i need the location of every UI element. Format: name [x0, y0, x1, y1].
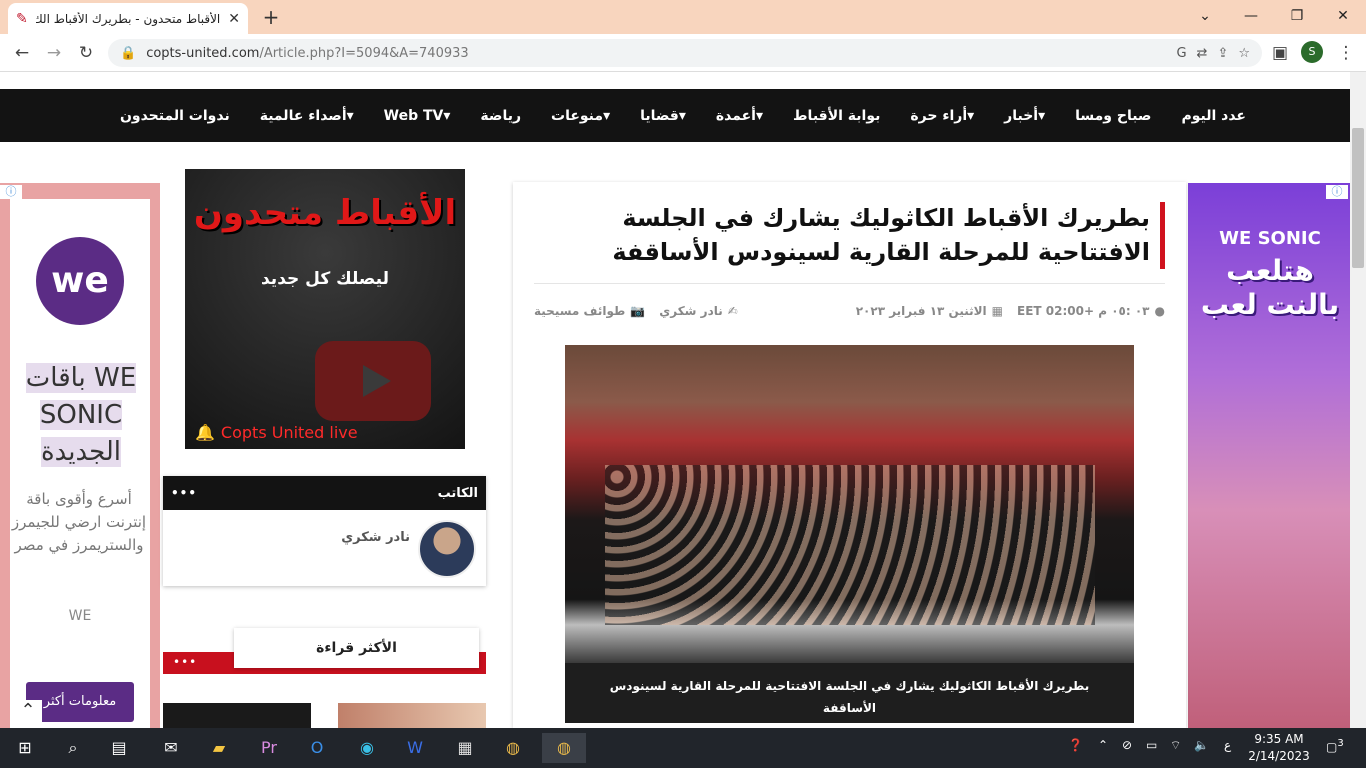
meta-time: ● ٠٣ :٠٥ م +02:00 EET: [1017, 304, 1165, 318]
language-indicator[interactable]: ع: [1224, 738, 1231, 752]
minimize-button[interactable]: —: [1236, 4, 1266, 28]
nav-item[interactable]: رياضة: [480, 108, 521, 124]
wifi-icon[interactable]: ⌔: [1170, 738, 1181, 753]
photo-crowd: [605, 465, 1095, 625]
meta-author[interactable]: ✍ نادر شكري: [659, 304, 738, 318]
chrome-icon[interactable]: ◍: [498, 733, 528, 763]
ad-sonic-title: WE SONIC: [1219, 228, 1321, 249]
share-icon[interactable]: ⇪: [1217, 46, 1228, 61]
most-read-thumbnail[interactable]: [338, 703, 486, 728]
nav-item[interactable]: أخبار▾: [1004, 108, 1045, 124]
ad-body: أسرع وأقوى باقة إنترنت ارضي للجيمرز والس…: [11, 490, 147, 554]
network-warning-icon[interactable]: ⊘: [1122, 738, 1132, 752]
nav-item[interactable]: ندوات المتحدون: [120, 108, 230, 124]
clock-icon: ●: [1154, 304, 1165, 318]
maximize-button[interactable]: ❐: [1282, 4, 1312, 28]
forward-button[interactable]: →: [42, 41, 66, 65]
nav-item[interactable]: أراء حرة▾: [910, 108, 974, 124]
scrollbar-thumb[interactable]: [1352, 128, 1364, 268]
article-meta: 📷 طوائف مسيحية ✍ نادر شكري ▦ الاثنين ١٣ فبر…: [534, 304, 1165, 318]
windows-start-icon[interactable]: ⊞: [10, 733, 40, 763]
lock-icon[interactable]: 🔒: [120, 46, 136, 61]
tab-search-icon[interactable]: ⌄: [1190, 4, 1220, 28]
nav-item[interactable]: قضايا▾: [640, 108, 686, 124]
nav-item[interactable]: أصداء عالمية▾: [260, 108, 354, 124]
reload-button[interactable]: ↻: [74, 41, 98, 65]
outlook-icon[interactable]: O: [302, 733, 332, 763]
live-label: 🔔 Copts United live: [195, 423, 358, 442]
profile-avatar[interactable]: S: [1301, 41, 1323, 63]
most-read-title: الأكثر قراءة: [234, 628, 479, 668]
youtube-promo[interactable]: الأقباط متحدون ليصلك كل جديد 🔔 Copts Unit…: [185, 169, 465, 449]
nav-item[interactable]: صباح ومسا: [1075, 108, 1151, 124]
meta-category[interactable]: 📷 طوائف مسيحية: [534, 304, 645, 318]
author-card-header: الكاتب •••: [163, 476, 486, 510]
camera-icon: 📷: [630, 304, 646, 318]
notification-icon[interactable]: ▢3: [1326, 738, 1344, 754]
search-icon[interactable]: ⌕: [58, 733, 88, 763]
close-tab-icon[interactable]: ✕: [228, 11, 240, 27]
divider: [534, 283, 1165, 284]
mail-icon[interactable]: ✉: [156, 733, 186, 763]
promo-title: الأقباط متحدون: [193, 193, 457, 233]
photo-caption: بطريرك الأقباط الكاثوليك يشارك في الجلسة…: [565, 663, 1134, 723]
url-text[interactable]: copts-united.com/Article.php?I=5094&A=74…: [146, 46, 1166, 61]
new-tab-button[interactable]: +: [258, 4, 284, 30]
article-photo[interactable]: [565, 345, 1134, 663]
chrome-active-icon[interactable]: ◍: [542, 733, 586, 763]
play-icon[interactable]: [315, 341, 431, 421]
we-logo: we: [36, 237, 124, 325]
nav-item[interactable]: Web TV▾: [384, 108, 451, 124]
task-view-icon[interactable]: ▤: [104, 733, 134, 763]
tab-title: الأقباط متحدون - بطريرك الأقباط الك: [35, 11, 221, 26]
article-title: بطريرك الأقباط الكاثوليك يشارك في الجلسة…: [612, 204, 1150, 266]
ad-info-icon[interactable]: ⓘ: [0, 185, 22, 199]
nav-item[interactable]: منوعات▾: [551, 108, 610, 124]
more-dots-icon: •••: [173, 655, 198, 669]
menu-kebab-icon[interactable]: ⋮: [1334, 41, 1358, 65]
sidepanel-icon[interactable]: ▣: [1268, 41, 1292, 65]
author-avatar[interactable]: [418, 520, 476, 578]
translate-icon[interactable]: ⇄: [1197, 46, 1208, 61]
address-bar[interactable]: 🔒 copts-united.com/Article.php?I=5094&A=…: [108, 39, 1262, 67]
system-clock[interactable]: 9:35 AM 2/14/2023: [1248, 731, 1310, 765]
edge-icon[interactable]: ◉: [352, 733, 382, 763]
pen-icon: ✍: [727, 304, 738, 318]
ad-headline: باقات WE SONIC الجديدة: [25, 363, 137, 467]
word-icon[interactable]: W: [400, 733, 430, 763]
author-name[interactable]: نادر شكري: [330, 530, 410, 545]
google-icon[interactable]: G: [1176, 46, 1186, 61]
promo-subtitle: ليصلك كل جديد: [260, 269, 389, 289]
volume-icon[interactable]: 🔈: [1194, 738, 1209, 752]
site-favicon-icon: ✎: [16, 10, 28, 27]
bookmark-star-icon[interactable]: ☆: [1238, 46, 1250, 61]
chevron-up-icon[interactable]: ⌃: [1098, 738, 1108, 752]
chevron-up-icon[interactable]: ⌃: [14, 700, 42, 726]
ad-cta-button[interactable]: معلومات أكثر: [26, 682, 134, 722]
calendar-icon: ▦: [991, 304, 1004, 318]
ad-info-icon[interactable]: ⓘ: [1326, 185, 1348, 199]
ad-sonic-slogan: هتلعب بالنت لعب: [1200, 254, 1340, 321]
bell-icon: 🔔: [195, 423, 215, 442]
store-icon[interactable]: ▦: [450, 733, 480, 763]
ad-brand: WE: [68, 608, 92, 624]
site-nav: عدد اليوم صباح ومسا أخبار▾ أراء حرة▾ بوا…: [0, 89, 1350, 142]
nav-item[interactable]: بوابة الأقباط: [793, 108, 880, 124]
meta-date: ▦ الاثنين ١٣ فبراير ٢٠٢٣: [855, 304, 1004, 318]
nav-item[interactable]: أعمدة▾: [716, 108, 763, 124]
premiere-icon[interactable]: Pr: [254, 733, 284, 763]
nav-item[interactable]: عدد اليوم: [1181, 108, 1246, 124]
help-icon[interactable]: ❓: [1068, 738, 1083, 752]
title-accent: [1160, 202, 1165, 269]
more-dots-icon: •••: [171, 486, 198, 500]
battery-icon[interactable]: ▭: [1146, 738, 1157, 752]
back-button[interactable]: ←: [10, 41, 34, 65]
browser-tab[interactable]: ✕ الأقباط متحدون - بطريرك الأقباط الك ✎: [8, 3, 248, 34]
most-read-thumbnail[interactable]: [163, 703, 311, 728]
close-window-button[interactable]: ✕: [1328, 4, 1358, 28]
file-explorer-icon[interactable]: ▰: [204, 733, 234, 763]
